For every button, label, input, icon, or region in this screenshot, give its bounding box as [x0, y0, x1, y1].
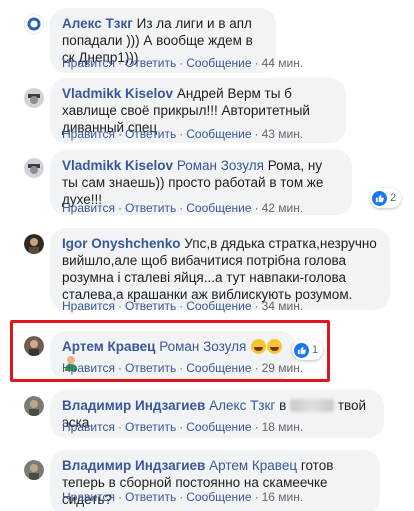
- comment-time[interactable]: 44 мин.: [262, 56, 304, 70]
- laughing-emoji-icon: [251, 339, 267, 354]
- comment-author[interactable]: Vladmikk Kiselov: [62, 86, 173, 101]
- mention-link[interactable]: Роман Зозуля: [177, 158, 264, 173]
- reactions-count: 1: [312, 344, 319, 356]
- avatar[interactable]: [24, 396, 44, 416]
- comment-actions: Нравится · Ответить · Сообщение · 29 мин.: [62, 361, 304, 375]
- reply-link[interactable]: Ответить: [125, 201, 176, 215]
- comment-actions: Нравится · Ответить · Сообщение · 18 мин.: [62, 420, 304, 434]
- message-link[interactable]: Сообщение: [186, 361, 251, 375]
- avatar[interactable]: [24, 336, 44, 356]
- comment-text-before: в: [279, 398, 287, 413]
- comment-time[interactable]: 43 мин.: [262, 127, 304, 141]
- like-link[interactable]: Нравится: [62, 299, 115, 313]
- comment-author[interactable]: Vladmikk Kiselov: [62, 158, 173, 173]
- reactions-count: 2: [390, 192, 397, 204]
- reply-link[interactable]: Ответить: [125, 56, 176, 70]
- like-reaction-icon: [294, 342, 309, 358]
- comment-author[interactable]: Igor Onyshchenko: [62, 236, 181, 251]
- message-link[interactable]: Сообщение: [186, 299, 251, 313]
- laughing-emoji-icon: [267, 339, 283, 354]
- reply-link[interactable]: Ответить: [125, 420, 176, 434]
- like-link[interactable]: Нравится: [62, 56, 115, 70]
- like-reaction-icon: [372, 190, 387, 206]
- comment-author[interactable]: Алекс Тзкг: [62, 16, 133, 31]
- mention-link[interactable]: Алекс Тзкг: [209, 398, 275, 413]
- message-link[interactable]: Сообщение: [186, 56, 251, 70]
- avatar[interactable]: [24, 88, 44, 108]
- comment-actions: Нравится · Ответить · Сообщение · 42 мин.: [62, 201, 304, 215]
- like-link[interactable]: Нравится: [62, 420, 115, 434]
- comment-bubble: Igor Onyshchenko Упс,в дядька стратка,не…: [50, 228, 390, 310]
- avatar[interactable]: [24, 234, 44, 254]
- reply-link[interactable]: Ответить: [125, 299, 176, 313]
- comment-author[interactable]: Владимир Индзагиев: [62, 458, 205, 473]
- reactions-badge[interactable]: 1: [292, 340, 324, 360]
- message-link[interactable]: Сообщение: [186, 127, 251, 141]
- like-link[interactable]: Нравится: [62, 127, 115, 141]
- like-link[interactable]: Нравится: [62, 201, 115, 215]
- comment-actions: Нравится · Ответить · Сообщение · 43 мин.: [62, 127, 304, 141]
- avatar[interactable]: [24, 14, 44, 34]
- message-link[interactable]: Сообщение: [186, 420, 251, 434]
- comment-time[interactable]: 16 мин.: [262, 490, 304, 504]
- mention-link[interactable]: Артем Кравец: [209, 458, 297, 473]
- reply-link[interactable]: Ответить: [125, 490, 176, 504]
- blurred-word: [290, 399, 335, 412]
- reply-link[interactable]: Ответить: [125, 127, 176, 141]
- like-link[interactable]: Нравится: [62, 361, 115, 375]
- comment-time[interactable]: 34 мин.: [262, 299, 304, 313]
- message-link[interactable]: Сообщение: [186, 490, 251, 504]
- reply-link[interactable]: Ответить: [125, 361, 176, 375]
- mention-link[interactable]: Роман Зозуля: [159, 339, 246, 354]
- avatar[interactable]: [24, 158, 44, 178]
- comment-actions: Нравится · Ответить · Сообщение · 34 мин.: [62, 299, 304, 313]
- comment-author[interactable]: Артем Кравец: [62, 339, 155, 354]
- comment-author[interactable]: Владимир Индзагиев: [62, 398, 205, 413]
- comment-time[interactable]: 18 мин.: [262, 420, 304, 434]
- like-link[interactable]: Нравится: [62, 490, 115, 504]
- comment-time[interactable]: 29 мин.: [262, 361, 304, 375]
- reactions-badge[interactable]: 2: [370, 188, 402, 208]
- avatar[interactable]: [24, 460, 44, 480]
- comment-time[interactable]: 42 мин.: [262, 201, 304, 215]
- message-link[interactable]: Сообщение: [186, 201, 251, 215]
- comment-actions: Нравится · Ответить · Сообщение · 44 мин.: [62, 56, 304, 70]
- comment-actions: Нравится · Ответить · Сообщение · 16 мин.: [62, 490, 304, 504]
